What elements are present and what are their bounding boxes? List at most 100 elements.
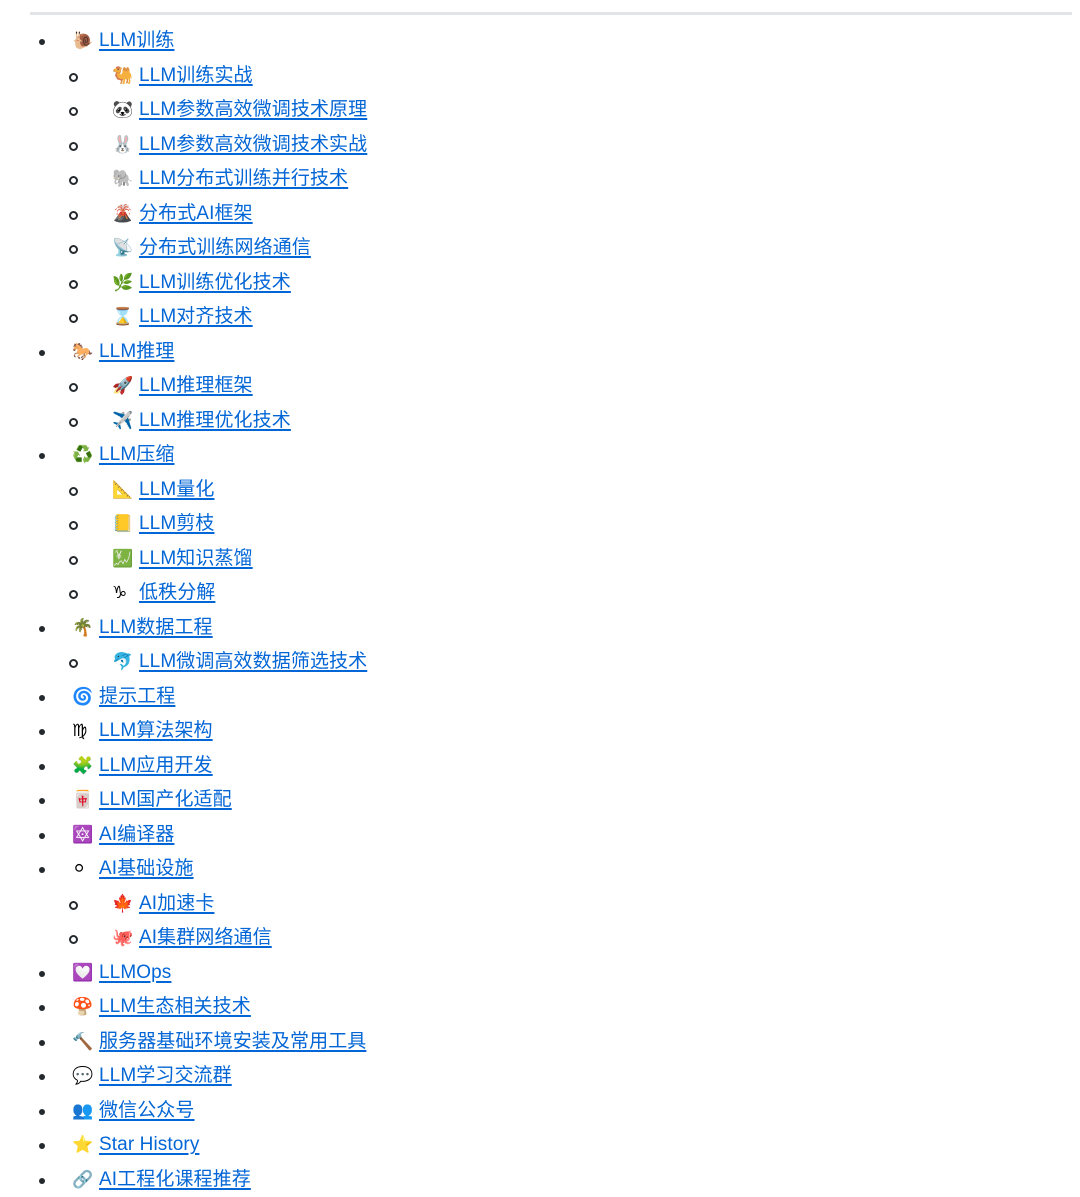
toc-link[interactable]: LLM算法架构 xyxy=(99,714,213,749)
toc-link[interactable]: LLM对齐技术 xyxy=(139,300,253,335)
bullet-circle-icon xyxy=(69,935,78,944)
toc-sublist-container: 🐬LLM微调高效数据筛选技术 xyxy=(0,645,1080,680)
toc-link[interactable]: LLM推理框架 xyxy=(139,369,253,404)
bullet-disc-icon xyxy=(39,1178,45,1184)
hourglass-icon: ⌛ xyxy=(112,300,133,335)
toc-link[interactable]: LLM剪枝 xyxy=(139,507,214,542)
toc-link[interactable]: 分布式训练网络通信 xyxy=(139,231,311,266)
toc-link[interactable]: AI集群网络通信 xyxy=(139,921,272,956)
toc-item[interactable]: 🌴LLM数据工程 xyxy=(0,611,1080,646)
heart-decoration-icon: 💟 xyxy=(72,956,93,991)
airplane-icon: ✈️ xyxy=(112,404,133,439)
toc-link[interactable]: LLM微调高效数据筛选技术 xyxy=(139,645,367,680)
toc-link[interactable]: LLMOps xyxy=(99,956,171,991)
bullet-disc-icon xyxy=(39,971,45,977)
toc-link[interactable]: LLM国产化适配 xyxy=(99,783,232,818)
toc-item[interactable]: ✈️LLM推理优化技术 xyxy=(0,404,1080,439)
toc-item[interactable]: 🔨服务器基础环境安装及常用工具 xyxy=(0,1025,1080,1060)
toc-sublist-container: 🐫LLM训练实战🐼LLM参数高效微调技术原理🐰LLM参数高效微调技术实战🐘LLM… xyxy=(0,59,1080,335)
toc-link[interactable]: LLM推理优化技术 xyxy=(139,404,291,439)
toc-link[interactable]: Star History xyxy=(99,1128,199,1163)
toc-item[interactable]: 🐰LLM参数高效微调技术实战 xyxy=(0,128,1080,163)
toc-link[interactable]: LLM知识蒸馏 xyxy=(139,542,253,577)
toc-link[interactable]: 服务器基础环境安装及常用工具 xyxy=(99,1025,366,1060)
toc-item[interactable]: 🐘LLM分布式训练并行技术 xyxy=(0,162,1080,197)
toc-item[interactable]: 🐫LLM训练实战 xyxy=(0,59,1080,94)
bullet-circle-icon xyxy=(69,556,78,565)
bullet-circle-icon xyxy=(69,901,78,910)
toc-link[interactable]: LLM训练实战 xyxy=(139,59,253,94)
toc-item[interactable]: 📡分布式训练网络通信 xyxy=(0,231,1080,266)
toc-item[interactable]: ♑低秩分解 xyxy=(0,576,1080,611)
bullet-disc-icon xyxy=(39,1040,45,1046)
toc-item[interactable]: 💟LLMOps xyxy=(0,956,1080,991)
toc-link[interactable]: 低秩分解 xyxy=(139,576,215,611)
bullet-circle-icon xyxy=(69,314,78,323)
hammer-icon: 🔨 xyxy=(72,1025,93,1060)
toc-list-level-2: 🐬LLM微调高效数据筛选技术 xyxy=(0,645,1080,680)
toc-item[interactable]: 🐙AI集群网络通信 xyxy=(0,921,1080,956)
toc-link[interactable]: LLM推理 xyxy=(99,335,174,370)
toc-link[interactable]: AI加速卡 xyxy=(139,887,214,922)
toc-item[interactable]: 🀄LLM国产化适配 xyxy=(0,783,1080,818)
triangular-ruler-icon: 📐 xyxy=(112,473,133,508)
toc-link[interactable]: LLM训练优化技术 xyxy=(139,266,291,301)
toc-link[interactable]: 分布式AI框架 xyxy=(139,197,253,232)
toc-link[interactable]: LLM应用开发 xyxy=(99,749,213,784)
toc-item[interactable]: ⌛LLM对齐技术 xyxy=(0,300,1080,335)
toc-item[interactable]: 🍁AI加速卡 xyxy=(0,887,1080,922)
palm-tree-icon: 🌴 xyxy=(72,611,93,646)
toc-item[interactable]: 🐼LLM参数高效微调技术原理 xyxy=(0,93,1080,128)
herb-icon: 🌿 xyxy=(112,266,133,301)
toc-item[interactable]: 📐LLM量化 xyxy=(0,473,1080,508)
toc-link[interactable]: LLM参数高效微调技术实战 xyxy=(139,128,367,163)
recycling-icon: ♻️ xyxy=(72,438,93,473)
toc-link[interactable]: AI基础设施 xyxy=(99,852,194,887)
toc-link[interactable]: 微信公众号 xyxy=(99,1094,195,1129)
ledger-icon: 📒 xyxy=(112,507,133,542)
toc-item[interactable]: 🚀LLM推理框架 xyxy=(0,369,1080,404)
toc-link[interactable]: LLM训练 xyxy=(99,24,174,59)
toc-item[interactable]: ⚪AI基础设施 xyxy=(0,852,1080,887)
toc-item[interactable]: 📒LLM剪枝 xyxy=(0,507,1080,542)
toc-sublist-container: 🍁AI加速卡🐙AI集群网络通信 xyxy=(0,887,1080,956)
toc-item[interactable]: 🌀提示工程 xyxy=(0,680,1080,715)
toc-link[interactable]: LLM参数高效微调技术原理 xyxy=(139,93,367,128)
toc-link[interactable]: 提示工程 xyxy=(99,680,175,715)
toc-item[interactable]: 💹LLM知识蒸馏 xyxy=(0,542,1080,577)
toc-link[interactable]: LLM生态相关技术 xyxy=(99,990,251,1025)
dotted-six-pointed-star-icon: 🔯 xyxy=(72,818,93,853)
chart-increasing-yen-icon: 💹 xyxy=(112,542,133,577)
toc-item[interactable]: 👥微信公众号 xyxy=(0,1094,1080,1129)
bullet-disc-icon xyxy=(39,1109,45,1115)
toc-link[interactable]: LLM量化 xyxy=(139,473,214,508)
dolphin-icon: 🐬 xyxy=(112,645,133,680)
bullet-disc-icon xyxy=(39,867,45,873)
toc-item[interactable]: ♍ LLM算法架构 xyxy=(0,714,1080,749)
toc-item[interactable]: 💬LLM学习交流群 xyxy=(0,1059,1080,1094)
toc-item[interactable]: 🐬LLM微调高效数据筛选技术 xyxy=(0,645,1080,680)
toc-item[interactable]: 🌋分布式AI框架 xyxy=(0,197,1080,232)
toc-item[interactable]: ⭐Star History xyxy=(0,1128,1080,1163)
mahjong-red-dragon-icon: 🀄 xyxy=(72,783,93,818)
toc-item[interactable]: 🌿LLM训练优化技术 xyxy=(0,266,1080,301)
bullet-circle-icon xyxy=(69,107,78,116)
bullet-disc-icon xyxy=(39,1005,45,1011)
toc-item[interactable]: 🍄LLM生态相关技术 xyxy=(0,990,1080,1025)
virgo-icon: ♍ xyxy=(72,714,87,749)
toc-item[interactable]: ♻️LLM压缩 xyxy=(0,438,1080,473)
rocket-icon: 🚀 xyxy=(112,369,133,404)
toc-link[interactable]: AI编译器 xyxy=(99,818,174,853)
bullet-disc-icon xyxy=(39,1143,45,1149)
toc-item[interactable]: 🐎LLM推理 xyxy=(0,335,1080,370)
toc-link[interactable]: LLM压缩 xyxy=(99,438,174,473)
bullet-disc-icon xyxy=(39,626,45,632)
toc-item[interactable]: 🐌LLM训练 xyxy=(0,24,1080,59)
toc-item[interactable]: 🔯AI编译器 xyxy=(0,818,1080,853)
toc-sublist-container: 📐LLM量化📒LLM剪枝💹LLM知识蒸馏♑低秩分解 xyxy=(0,473,1080,611)
toc-link[interactable]: LLM分布式训练并行技术 xyxy=(139,162,348,197)
toc-link[interactable]: LLM学习交流群 xyxy=(99,1059,232,1094)
toc-item[interactable]: 🧩LLM应用开发 xyxy=(0,749,1080,784)
toc-link[interactable]: LLM数据工程 xyxy=(99,611,213,646)
bullet-circle-icon xyxy=(69,73,78,82)
